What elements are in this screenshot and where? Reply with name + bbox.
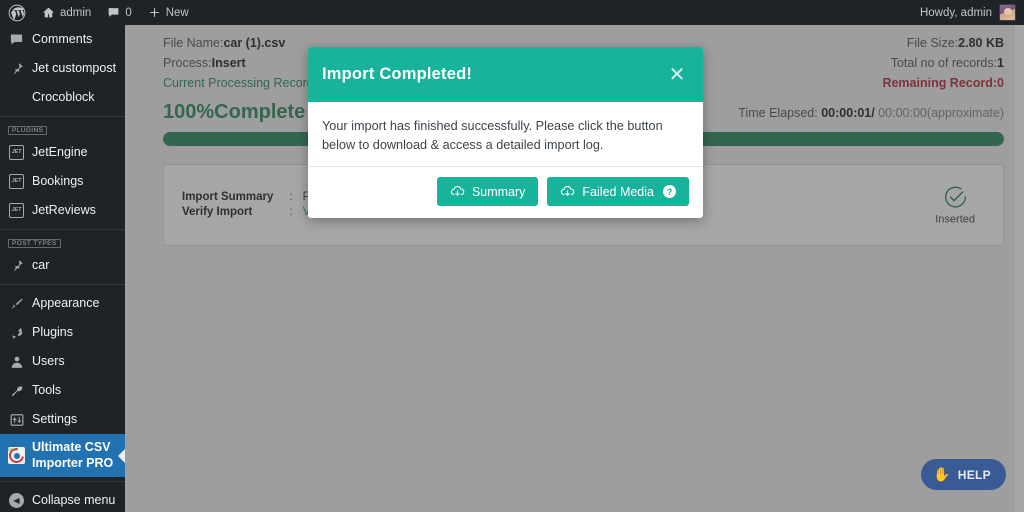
modal-footer: Summary Failed Media ? [308,167,703,218]
failed-media-button[interactable]: Failed Media ? [547,177,689,206]
cloud-download-icon [561,186,575,196]
sidebar-group-plugins: PLUGINS [8,126,48,135]
avatar [999,4,1016,21]
comments-bubble[interactable]: 0 [99,0,139,25]
sidebar-item-users[interactable]: Users [0,347,125,376]
sidebar-item-label: Comments [32,31,93,46]
wp-admin-screen: admin 0 New Howdy, admin Comments Jet cu… [0,0,1024,512]
sidebar-divider [0,481,125,483]
sidebar-item-plugins[interactable]: Plugins [0,318,125,347]
summary-button[interactable]: Summary [436,177,539,206]
new-label: New [165,6,189,19]
sidebar-item-car[interactable]: car [0,251,125,280]
admin-bar: admin 0 New Howdy, admin [0,0,1024,25]
admin-bar-right[interactable]: Howdy, admin [920,4,1024,21]
sidebar-item-label: Crocoblock [32,89,95,104]
sidebar-divider [0,229,125,230]
sidebar-item-comments[interactable]: Comments [0,25,125,54]
wordpress-logo-menu[interactable] [0,0,34,25]
new-content-menu[interactable]: New [140,0,197,25]
crocoblock-icon [8,89,25,106]
sidebar-item-ultimate-csv-importer-pro[interactable]: CSV Ultimate CSV Importer PRO [0,434,125,478]
plus-icon [149,8,159,17]
user-icon [8,353,25,370]
modal-body-text: Your import has finished successfully. P… [308,102,703,167]
howdy-label: Howdy, admin [919,6,992,19]
sidebar-divider [0,116,125,117]
help-button[interactable]: ✋ HELP [921,459,1006,490]
admin-bar-left: admin 0 New [0,0,197,25]
modal-title: Import Completed! [322,65,473,83]
sidebar-item-label: Plugins [32,324,73,339]
sidebar-item-settings[interactable]: Settings [0,405,125,434]
jet-icon: JET [8,173,25,190]
home-icon [43,7,54,18]
sidebar-item-jetengine[interactable]: JET JetEngine [0,138,125,167]
help-badge-icon[interactable]: ? [663,185,676,198]
sidebar-item-bookings[interactable]: JET Bookings [0,167,125,196]
plug-icon [8,324,25,341]
sidebar-item-crocoblock[interactable]: Crocoblock [0,83,125,112]
cloud-download-icon [450,186,465,196]
sidebar-item-label: JetReviews [32,202,96,217]
help-button-label: HELP [957,467,991,482]
modal-header: Import Completed! ✕ [308,47,703,102]
sidebar-item-label: car [32,257,50,272]
sidebar-item-label: Users [32,353,65,368]
collapse-menu-button[interactable]: ◀ Collapse menu [0,486,125,512]
brush-icon [8,295,25,312]
summary-button-label: Summary [471,184,526,199]
jet-icon: JET [8,202,25,219]
hand-icon: ✋ [933,466,951,482]
import-completed-modal: Import Completed! ✕ Your import has fini… [308,47,703,218]
collapse-arrow-icon: ◀ [8,492,25,509]
sidebar-item-label: Bookings [32,173,84,188]
sidebar-item-label: Jet custompost [32,60,117,75]
comment-icon [8,31,25,48]
comments-count: 0 [125,6,132,19]
sidebar-item-label: Settings [32,411,78,426]
sidebar-item-label: Tools [32,382,62,397]
sidebar-group-post-types: POST TYPES [8,239,61,248]
sliders-icon [8,411,25,428]
close-icon[interactable]: ✕ [665,63,689,87]
sidebar-item-label: Appearance [32,295,100,310]
jet-icon: JET [8,144,25,161]
sidebar-item-appearance[interactable]: Appearance [0,289,125,318]
admin-sidebar: Comments Jet custompost Crocoblock PLUGI… [0,25,125,512]
sidebar-item-label: Ultimate CSV Importer PRO [32,440,114,470]
pin-icon [8,257,25,274]
pin-icon [8,60,25,77]
site-name-label: admin [60,6,92,19]
csv-importer-icon: CSV [8,447,25,465]
sidebar-divider [0,284,125,285]
failed-media-button-label: Failed Media [582,184,654,199]
page-scrollbar[interactable] [1015,25,1024,512]
sidebar-item-jetreviews[interactable]: JET JetReviews [0,196,125,225]
sidebar-item-tools[interactable]: Tools [0,376,125,405]
collapse-menu-label: Collapse menu [32,492,116,507]
sidebar-item-label: JetEngine [32,144,88,159]
comment-icon [108,8,119,17]
wrench-icon [8,382,25,399]
sidebar-item-jet-custompost[interactable]: Jet custompost [0,54,125,83]
wordpress-icon [8,4,26,21]
site-name-menu[interactable]: admin [34,0,99,25]
